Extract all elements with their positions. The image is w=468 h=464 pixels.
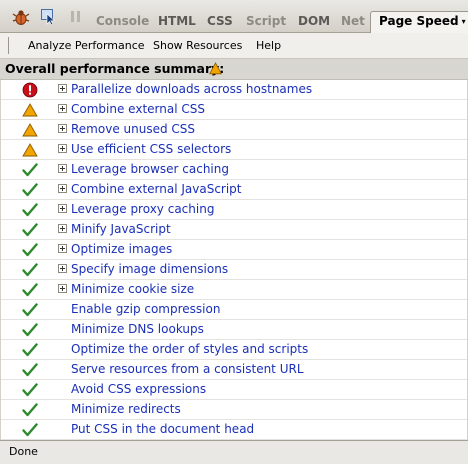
summary-title: Overall performance summary: — [5, 61, 225, 76]
rule-row[interactable]: Use efficient CSS selectors — [1, 140, 467, 160]
check-icon — [22, 302, 38, 318]
check-icon — [22, 262, 38, 278]
rule-label[interactable]: Minimize cookie size — [71, 282, 194, 296]
rule-row[interactable]: Optimize the order of styles and scripts — [1, 340, 467, 360]
expand-icon[interactable] — [58, 264, 67, 273]
warning-icon — [22, 122, 38, 138]
check-icon — [22, 322, 38, 338]
rule-row[interactable]: Leverage proxy caching — [1, 200, 467, 220]
status-bar: Done — [0, 440, 468, 464]
show-resources-button[interactable]: Show Resources — [153, 39, 242, 52]
warning-icon — [209, 62, 222, 78]
tab-page-speed[interactable]: Page Speed ▾ — [370, 11, 468, 34]
pause-icon[interactable] — [67, 8, 85, 26]
check-icon — [22, 382, 38, 398]
rule-row[interactable]: Minimize cookie size — [1, 280, 467, 300]
check-icon — [22, 342, 38, 358]
page-speed-menu-bar: Analyze Performance Show Resources Help — [0, 33, 468, 59]
rule-row[interactable]: Avoid CSS expressions — [1, 380, 467, 400]
tab-console[interactable]: Console — [96, 14, 149, 28]
warning-icon — [22, 142, 38, 158]
check-icon — [22, 162, 38, 178]
tab-css[interactable]: CSS — [207, 14, 233, 28]
rule-row[interactable]: Combine external CSS — [1, 100, 467, 120]
check-icon — [22, 202, 38, 218]
expand-icon[interactable] — [58, 104, 67, 113]
rule-label[interactable]: Optimize images — [71, 242, 172, 256]
firebug-tab-bar: Console HTML CSS Script DOM Net Page Spe… — [0, 0, 468, 34]
rule-label[interactable]: Serve resources from a consistent URL — [71, 362, 304, 376]
check-icon — [22, 402, 38, 418]
rule-label[interactable]: Minify JavaScript — [71, 222, 171, 236]
rule-label[interactable]: Minimize redirects — [71, 402, 181, 416]
check-icon — [22, 222, 38, 238]
inspect-icon[interactable] — [40, 8, 58, 26]
rules-list: Parallelize downloads across hostnames Co… — [0, 80, 468, 440]
rule-row[interactable]: Enable gzip compression — [1, 300, 467, 320]
tab-script[interactable]: Script — [246, 14, 286, 28]
rule-row[interactable]: Put CSS in the document head — [1, 420, 467, 440]
rule-row[interactable]: Combine external JavaScript — [1, 180, 467, 200]
rule-row[interactable]: Minify JavaScript — [1, 220, 467, 240]
warning-icon — [22, 102, 38, 118]
expand-icon[interactable] — [58, 224, 67, 233]
help-button[interactable]: Help — [256, 39, 281, 52]
tab-dom[interactable]: DOM — [298, 14, 330, 28]
check-icon — [22, 422, 38, 438]
rule-row[interactable]: Serve resources from a consistent URL — [1, 360, 467, 380]
expand-icon[interactable] — [58, 164, 67, 173]
rule-label[interactable]: Remove unused CSS — [71, 122, 195, 136]
tab-page-speed-label: Page Speed — [379, 14, 459, 28]
rule-row[interactable]: Optimize images — [1, 240, 467, 260]
rule-row[interactable]: Minimize DNS lookups — [1, 320, 467, 340]
expand-icon[interactable] — [58, 244, 67, 253]
rule-label[interactable]: Specify image dimensions — [71, 262, 228, 276]
tab-net[interactable]: Net — [341, 14, 365, 28]
expand-icon[interactable] — [58, 124, 67, 133]
check-icon — [22, 282, 38, 298]
expand-icon[interactable] — [58, 84, 67, 93]
rule-label[interactable]: Parallelize downloads across hostnames — [71, 82, 312, 96]
expand-icon[interactable] — [58, 204, 67, 213]
error-icon — [22, 82, 38, 98]
expand-icon[interactable] — [58, 284, 67, 293]
rule-label[interactable]: Minimize DNS lookups — [71, 322, 204, 336]
check-icon — [22, 242, 38, 258]
rule-row[interactable]: Specify image dimensions — [1, 260, 467, 280]
rule-label[interactable]: Avoid CSS expressions — [71, 382, 206, 396]
analyze-performance-button[interactable]: Analyze Performance — [28, 39, 145, 52]
rule-label[interactable]: Put CSS in the document head — [71, 422, 254, 436]
expand-icon[interactable] — [58, 144, 67, 153]
firebug-icon[interactable] — [12, 8, 30, 26]
rule-label[interactable]: Leverage proxy caching — [71, 202, 214, 216]
rule-label[interactable]: Optimize the order of styles and scripts — [71, 342, 308, 356]
expand-icon[interactable] — [58, 184, 67, 193]
check-icon — [22, 362, 38, 378]
rule-label[interactable]: Leverage browser caching — [71, 162, 229, 176]
rule-row[interactable]: Parallelize downloads across hostnames — [1, 80, 467, 100]
tab-html[interactable]: HTML — [158, 14, 196, 28]
rule-row[interactable]: Leverage browser caching — [1, 160, 467, 180]
menu-separator — [8, 37, 9, 54]
rule-row[interactable]: Minimize redirects — [1, 400, 467, 420]
rule-label[interactable]: Enable gzip compression — [71, 302, 220, 316]
rule-label[interactable]: Combine external JavaScript — [71, 182, 242, 196]
performance-summary-header: Overall performance summary: — [0, 59, 468, 80]
status-text: Done — [9, 445, 38, 458]
check-icon — [22, 182, 38, 198]
rule-label[interactable]: Use efficient CSS selectors — [71, 142, 231, 156]
dropdown-arrow-icon[interactable]: ▾ — [462, 17, 466, 26]
rule-label[interactable]: Combine external CSS — [71, 102, 205, 116]
rule-row[interactable]: Remove unused CSS — [1, 120, 467, 140]
